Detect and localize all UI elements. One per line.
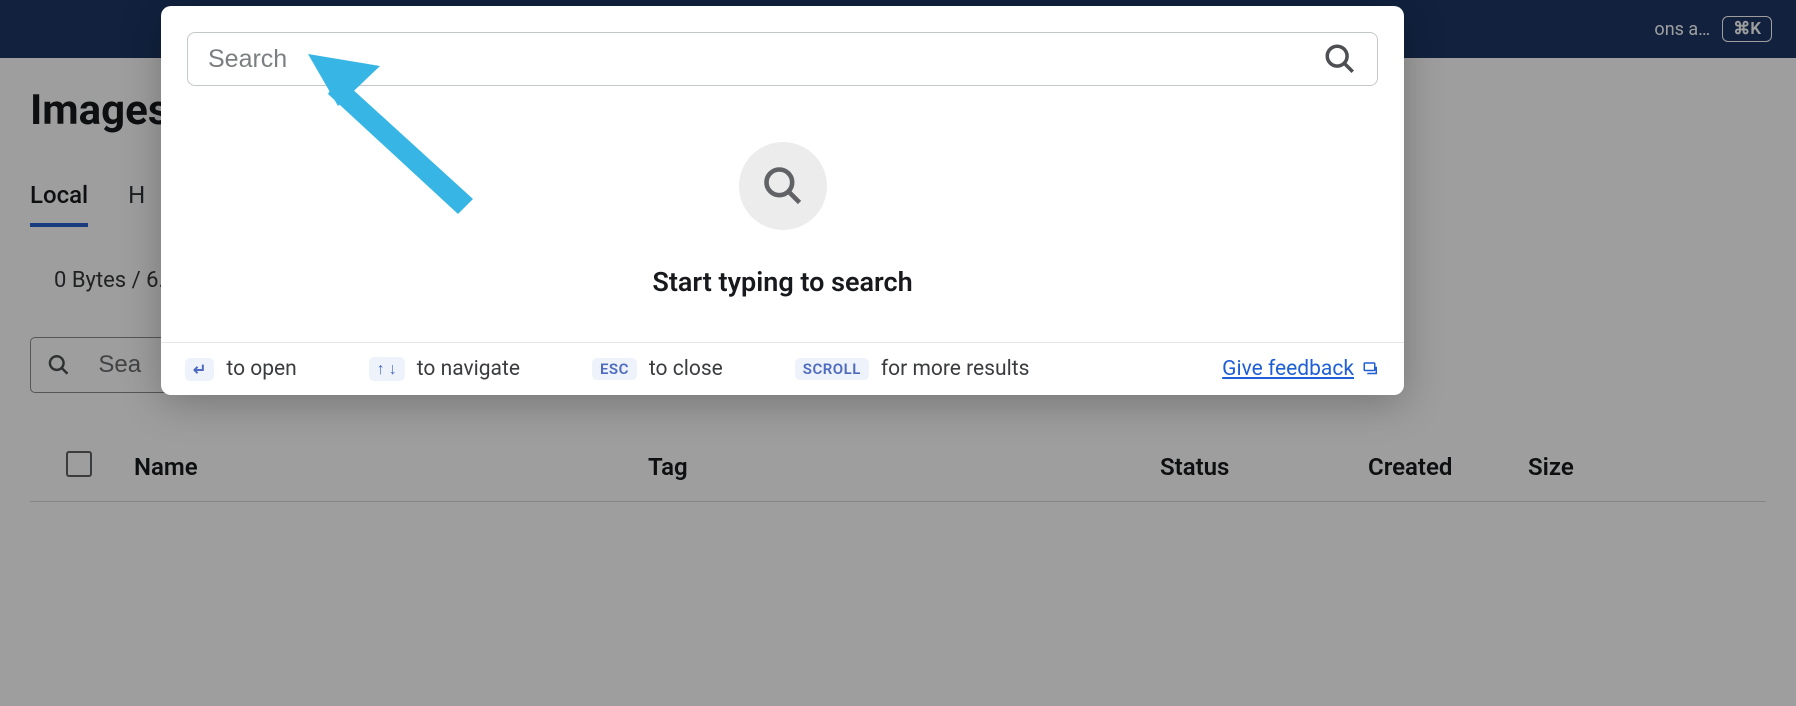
hint-scroll: SCROLL for more results (795, 357, 1030, 381)
hint-open-label: to open (226, 357, 296, 381)
modal-search-input[interactable] (208, 45, 1323, 74)
feedback-label: Give feedback (1222, 357, 1354, 381)
hint-open: ↵ to open (185, 357, 297, 381)
kbd-esc: ESC (592, 358, 637, 380)
give-feedback-link[interactable]: Give feedback (1222, 357, 1380, 381)
modal-body: Start typing to search (161, 86, 1404, 342)
search-icon (761, 164, 805, 208)
hint-close-label: to close (649, 357, 723, 381)
modal-empty-title: Start typing to search (652, 266, 912, 298)
kbd-enter: ↵ (185, 358, 214, 381)
kbd-arrows: ↑ ↓ (369, 357, 405, 381)
magnifier-icon-circle (739, 142, 827, 230)
feedback-icon (1362, 360, 1380, 378)
hint-nav-label: to navigate (417, 357, 520, 381)
hint-close: ESC to close (592, 357, 723, 381)
search-modal: Start typing to search ↵ to open ↑ ↓ to … (161, 6, 1404, 395)
hint-navigate: ↑ ↓ to navigate (369, 357, 520, 381)
modal-footer: ↵ to open ↑ ↓ to navigate ESC to close S… (161, 342, 1404, 395)
modal-search-box[interactable] (187, 32, 1378, 86)
kbd-scroll: SCROLL (795, 358, 869, 380)
hint-scroll-label: for more results (881, 357, 1030, 381)
search-icon (1323, 42, 1357, 76)
